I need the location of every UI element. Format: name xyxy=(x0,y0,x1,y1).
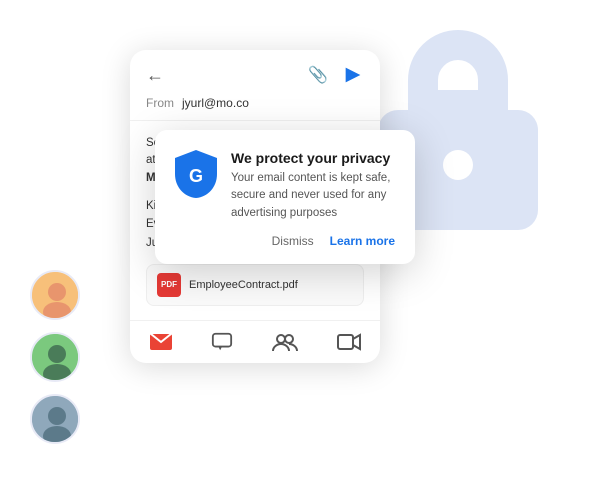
pdf-icon: PDF xyxy=(157,273,181,297)
avatar-list xyxy=(30,270,80,444)
email-attachment[interactable]: PDF EmployeeContract.pdf xyxy=(146,264,364,306)
gmail-icon[interactable] xyxy=(150,331,172,353)
scene: ← 📎 From jyurl@mo.co See Just Bloomed em… xyxy=(0,0,608,500)
learn-more-button[interactable]: Learn more xyxy=(330,234,395,248)
from-email: jyurl@mo.co xyxy=(182,96,249,110)
email-header: ← 📎 From jyurl@mo.co xyxy=(130,50,380,121)
avatar-3 xyxy=(30,394,80,444)
send-button[interactable] xyxy=(342,64,364,86)
popup-text-block: We protect your privacy Your email conte… xyxy=(231,150,395,222)
popup-description: Your email content is kept safe, secure … xyxy=(231,170,395,222)
contacts-icon[interactable] xyxy=(272,331,298,353)
chat-icon[interactable] xyxy=(211,331,233,353)
g-shield-icon: G xyxy=(175,150,217,198)
bottom-nav xyxy=(130,320,380,363)
popup-title: We protect your privacy xyxy=(231,150,395,166)
email-nav: ← 📎 xyxy=(146,64,364,86)
dismiss-button[interactable]: Dismiss xyxy=(272,234,314,248)
avatar-1 xyxy=(30,270,80,320)
attachment-filename: EmployeeContract.pdf xyxy=(189,277,298,294)
back-button[interactable]: ← xyxy=(146,65,164,86)
from-label: From xyxy=(146,96,174,110)
attachment-icon: 📎 xyxy=(308,65,328,85)
svg-text:G: G xyxy=(189,166,203,186)
popup-header: G We protect your privacy Your email con… xyxy=(175,150,395,222)
from-row: From jyurl@mo.co xyxy=(146,96,364,110)
privacy-popup: G We protect your privacy Your email con… xyxy=(155,130,415,264)
avatar-2 xyxy=(30,332,80,382)
email-actions: 📎 xyxy=(308,64,364,86)
popup-actions: Dismiss Learn more xyxy=(175,234,395,248)
meet-icon[interactable] xyxy=(337,331,361,353)
